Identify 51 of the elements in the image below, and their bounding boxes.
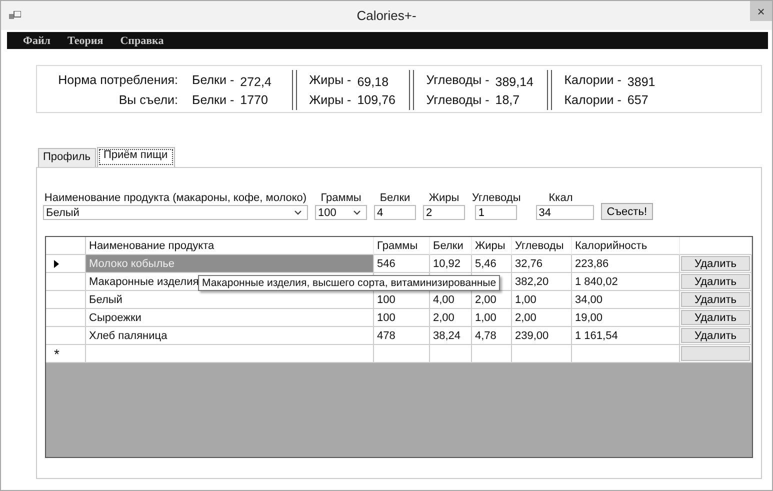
nutrient-value: 657: [627, 93, 650, 107]
summary-label: Вы съели:: [118, 93, 178, 107]
nutrient-value: 3891: [627, 75, 656, 89]
menu-item[interactable]: Справка: [120, 34, 164, 46]
tab[interactable]: Профиль: [38, 148, 96, 167]
row-header[interactable]: *: [46, 345, 86, 363]
current-row-icon: [54, 260, 59, 268]
chevron-down-icon: [353, 210, 361, 215]
nutrient-value: 1770: [240, 93, 269, 107]
delete-button[interactable]: Удалить: [681, 292, 750, 307]
delete-button[interactable]: Удалить: [681, 328, 750, 343]
app-icon: [9, 10, 21, 20]
menu-item[interactable]: Теория: [67, 34, 104, 46]
menu-item[interactable]: Файл: [23, 34, 50, 46]
chevron-down-icon: [294, 210, 302, 215]
field-label: Наименование продукта (макароны, кофе, молоко): [44, 192, 307, 204]
nutrient-label: Калории -: [564, 73, 622, 87]
nutrient-label: Жиры -: [309, 73, 352, 87]
nutrient-value: 18,7: [495, 93, 521, 107]
input-field[interactable]: 4: [374, 205, 416, 220]
product-dropdown[interactable]: Белый: [43, 205, 308, 220]
field-label: Жиры: [428, 192, 460, 204]
summary-label: Норма потребления:: [57, 73, 178, 87]
delete-button[interactable]: Удалить: [681, 310, 750, 325]
close-button[interactable]: ×: [750, 1, 772, 21]
field-label: Граммы: [320, 192, 362, 204]
nutrient-label: Белки -: [192, 73, 234, 87]
nutrient-value: 109,76: [357, 93, 396, 107]
field-label: Углеводы: [472, 192, 521, 204]
nutrient-label: Углеводы -: [426, 93, 490, 107]
delete-button[interactable]: Удалить: [681, 274, 750, 289]
input-field[interactable]: 34: [536, 205, 594, 220]
nutrient-label: Углеводы -: [426, 73, 490, 87]
nutrient-value: 389,14: [495, 75, 534, 89]
grams-dropdown[interactable]: 100: [315, 205, 367, 220]
field-label: Белки: [380, 192, 410, 204]
nutrient-label: Белки -: [192, 93, 234, 107]
eat-button[interactable]: Съесть!: [600, 203, 653, 220]
input-field[interactable]: 2: [423, 205, 465, 220]
nutrient-value: 69,18: [357, 75, 390, 89]
tab[interactable]: Приём пищи: [96, 147, 175, 167]
nutrient-label: Калории -: [564, 93, 622, 107]
window-title: Calories+-: [356, 8, 416, 23]
tooltip: Макаронные изделия, высшего сорта, витаминизированные: [198, 275, 500, 291]
nutrient-label: Жиры -: [309, 93, 352, 107]
new-row-marker: *: [54, 346, 60, 360]
input-field[interactable]: 1: [475, 205, 518, 220]
field-label: Ккал: [548, 192, 573, 204]
delete-button[interactable]: Удалить: [681, 256, 750, 271]
table-cell: Молоко кобылье: [86, 255, 374, 273]
nutrient-value: 272,4: [240, 75, 272, 89]
